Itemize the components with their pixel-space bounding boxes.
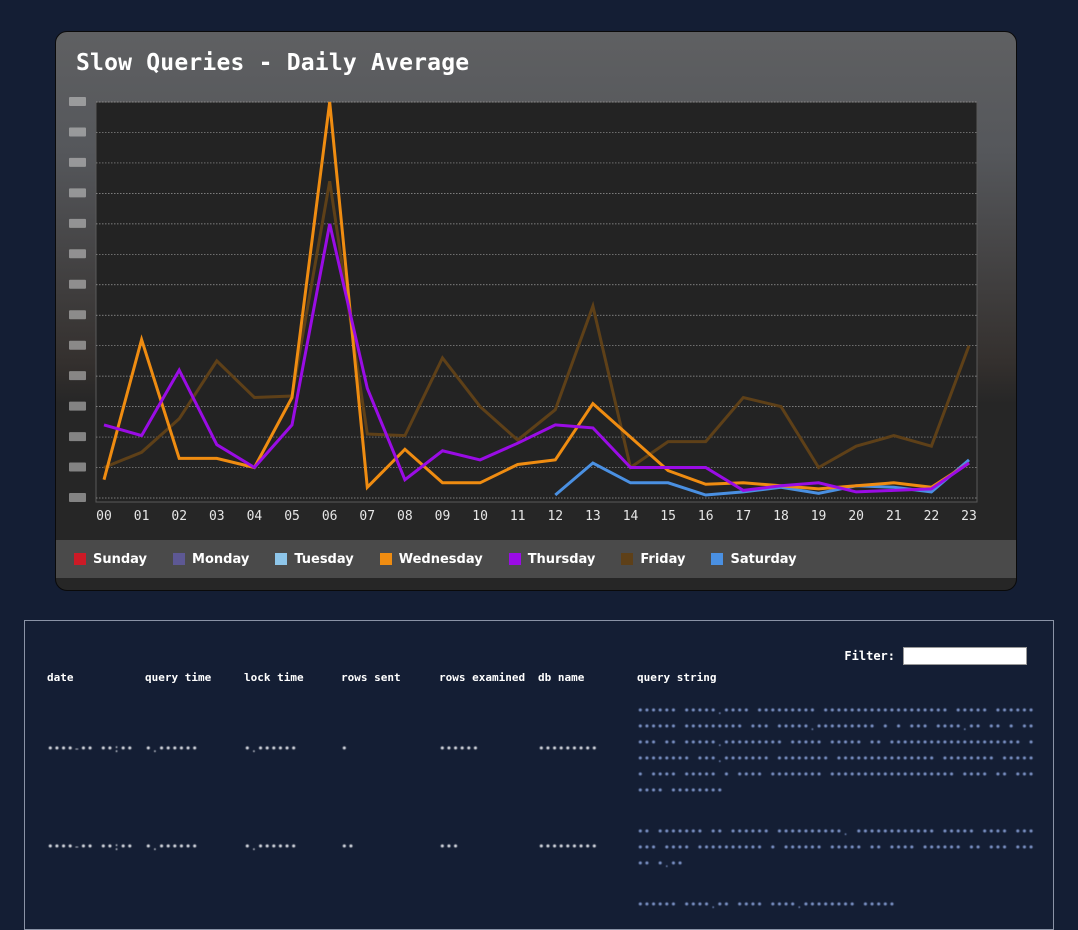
y-tick-label-obscured [69, 371, 86, 381]
x-tick-label: 12 [547, 509, 563, 524]
legend-swatch [173, 553, 186, 565]
x-tick-label: 21 [886, 509, 902, 524]
line-chart: 00 01 02 03 04 05 06 07 08 09 10 11 12 13 14 15 16 17 18 19… [69, 97, 978, 524]
cell-db-name: ••••••••• [538, 742, 598, 755]
plot-area [95, 101, 978, 503]
y-tick-label-obscured [69, 249, 86, 259]
legend-swatch [275, 553, 288, 565]
x-tick-label: 17 [736, 509, 752, 524]
x-tick-label: 07 [359, 509, 375, 524]
legend-label: Sunday [93, 551, 148, 567]
cell-rows-examined: ••• [439, 840, 459, 853]
legend-label: Thursday [527, 551, 596, 567]
x-tick-label: 02 [171, 509, 187, 524]
legend-item-thursday[interactable]: Thursday [508, 551, 596, 567]
y-tick-label-obscured [69, 157, 86, 167]
y-tick-label-obscured [69, 218, 86, 228]
column-header-lock-time[interactable]: lock time [244, 671, 304, 684]
y-tick-label-obscured [69, 340, 86, 350]
legend-item-saturday[interactable]: Saturday [711, 551, 797, 567]
x-tick-label: 03 [209, 509, 225, 524]
legend-swatch [379, 553, 392, 565]
x-tick-label: 01 [134, 509, 150, 524]
filter-input[interactable] [903, 647, 1027, 665]
legend-label: Wednesday [398, 551, 483, 567]
y-tick-label-obscured [69, 401, 86, 411]
x-tick-label: 15 [660, 509, 676, 524]
cell-rows-examined: •••••• [439, 742, 479, 755]
x-tick-label: 13 [585, 509, 601, 524]
cell-rows-sent: •• [341, 840, 355, 853]
cell-rows-sent: • [341, 742, 348, 755]
x-tick-label: 10 [472, 509, 488, 524]
cell-db-name: ••••••••• [538, 840, 598, 853]
legend-item-monday[interactable]: Monday [173, 552, 249, 567]
cell-lock-time: •.•••••• [244, 840, 297, 853]
cell-query-time: •.•••••• [145, 742, 198, 755]
y-tick-label-obscured [69, 493, 86, 502]
legend-label: Tuesday [294, 551, 354, 567]
x-tick-label: 23 [961, 509, 977, 524]
legend-swatch [621, 553, 634, 565]
cell-query-string: •••••• ••••.•• •••• ••••.•••••••• ••••• [637, 898, 896, 911]
column-header-date[interactable]: date [47, 671, 74, 684]
cell-lock-time: •.•••••• [244, 742, 297, 755]
slow-queries-table-panel: Filter: date query time lock time rows s… [24, 620, 1054, 930]
chart-legend: Sunday Monday Tuesday Wednesday Thursday Frid… [56, 540, 1016, 578]
legend-swatch [508, 553, 521, 565]
column-header-db-name[interactable]: db name [538, 671, 584, 684]
y-tick-label-obscured [69, 279, 86, 289]
x-tick-label: 19 [811, 509, 827, 524]
column-header-rows-examined[interactable]: rows examined [439, 671, 525, 684]
y-tick-label-obscured [69, 188, 86, 198]
filter-control: Filter: [844, 647, 1027, 665]
legend-swatch [74, 553, 86, 565]
filter-label: Filter: [844, 649, 895, 663]
x-tick-label: 16 [698, 509, 714, 524]
legend-swatch [711, 553, 724, 565]
x-tick-label: 18 [773, 509, 789, 524]
chart-panel: Slow Queries - Daily Average 00 01 02 03 04 0… [55, 31, 1017, 591]
x-tick-label: 20 [848, 509, 864, 524]
column-header-query-time[interactable]: query time [145, 671, 211, 684]
x-tick-label: 11 [510, 509, 526, 524]
y-tick-label-obscured [69, 97, 86, 106]
x-tick-label: 22 [924, 509, 940, 524]
x-tick-label: 06 [322, 509, 338, 524]
y-tick-label-obscured [69, 462, 86, 472]
x-tick-label: 04 [247, 509, 263, 524]
legend-item-tuesday[interactable]: Tuesday [275, 551, 354, 567]
x-tick-label: 09 [435, 509, 451, 524]
cell-date: ••••-•• ••:•• [47, 742, 134, 755]
x-tick-label: 00 [96, 509, 112, 524]
legend-label: Friday [640, 551, 686, 567]
x-tick-label: 08 [397, 509, 413, 524]
legend-item-friday[interactable]: Friday [621, 552, 685, 567]
cell-query-string: •• ••••••• •• •••••• ••••••••••. •••••••… [637, 825, 1035, 870]
x-tick-label: 14 [623, 509, 639, 524]
column-header-rows-sent[interactable]: rows sent [341, 671, 401, 684]
x-tick-label: 05 [284, 509, 300, 524]
y-tick-label-obscured [69, 127, 86, 137]
legend-label: Monday [192, 551, 250, 567]
legend-item-wednesday[interactable]: Wednesday [379, 551, 483, 567]
cell-query-string: •••••• •••••.•••• ••••••••• ••••••••••••… [637, 704, 1035, 797]
column-header-query-string[interactable]: query string [637, 671, 716, 684]
cell-date: ••••-•• ••:•• [47, 840, 134, 853]
cell-query-time: •.•••••• [145, 840, 198, 853]
legend-item-sunday[interactable]: Sunday [74, 552, 147, 567]
legend-label: Saturday [730, 551, 797, 567]
y-tick-label-obscured [69, 432, 86, 442]
y-tick-label-obscured [69, 310, 86, 320]
